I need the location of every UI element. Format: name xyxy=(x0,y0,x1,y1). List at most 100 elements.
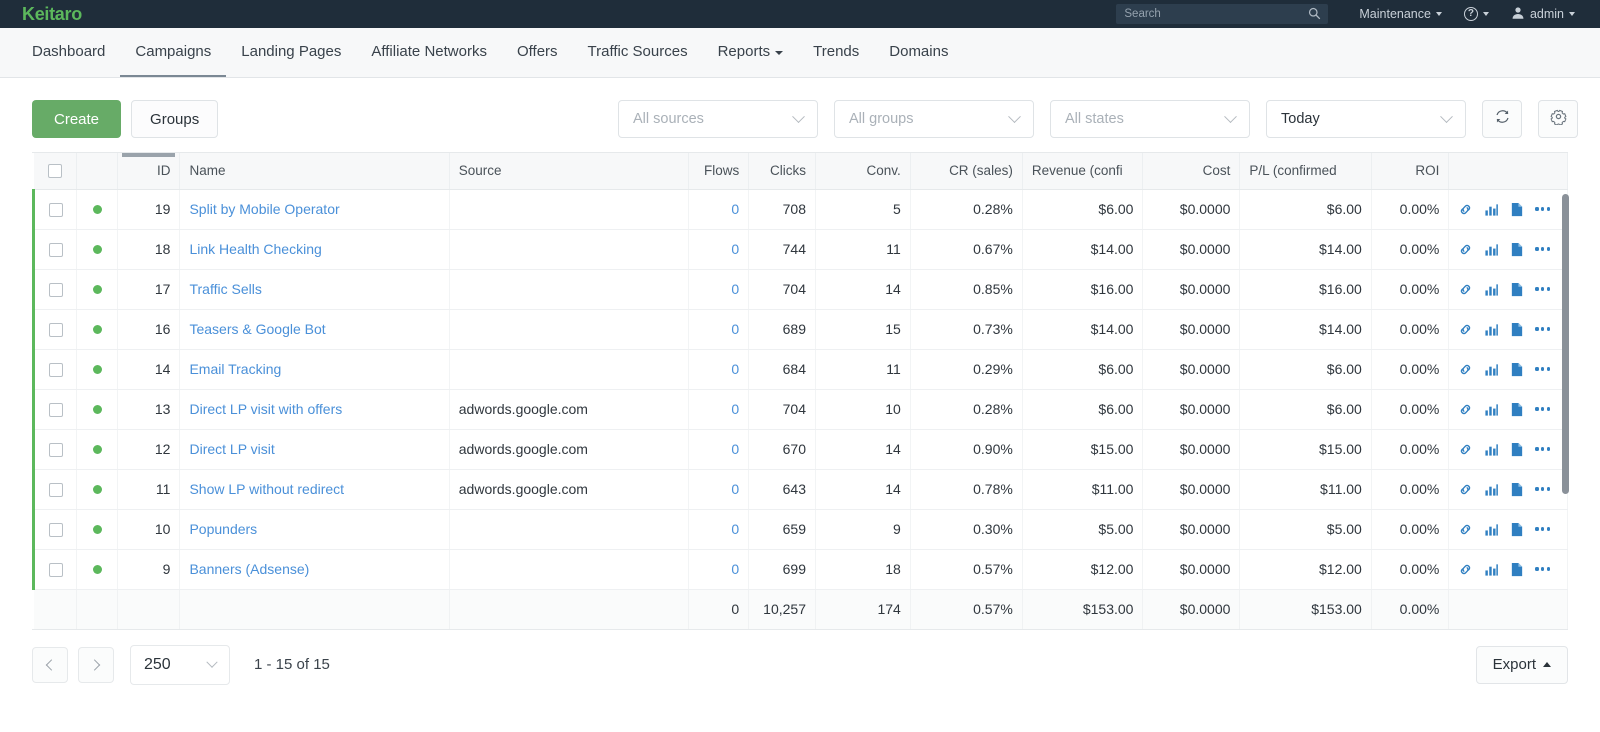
nav-item-offers[interactable]: Offers xyxy=(502,28,573,77)
row-checkbox[interactable] xyxy=(49,323,63,337)
date-range-filter[interactable]: Today xyxy=(1266,100,1466,138)
bar-chart-icon[interactable] xyxy=(1484,442,1499,457)
cell-name[interactable]: Popunders xyxy=(180,509,449,549)
campaign-name-link[interactable]: Email Tracking xyxy=(189,361,281,377)
bar-chart-icon[interactable] xyxy=(1484,482,1499,497)
flows-link[interactable]: 0 xyxy=(731,481,739,497)
more-options-icon[interactable] xyxy=(1535,487,1550,490)
more-options-icon[interactable] xyxy=(1535,407,1550,410)
sources-filter[interactable]: All sources xyxy=(618,100,818,138)
more-options-icon[interactable] xyxy=(1535,287,1550,290)
link-icon[interactable] xyxy=(1458,562,1473,577)
flows-link[interactable]: 0 xyxy=(731,361,739,377)
column-header-revenue[interactable]: Revenue (confi xyxy=(1022,153,1143,189)
flows-link[interactable]: 0 xyxy=(731,321,739,337)
document-icon[interactable] xyxy=(1510,442,1524,457)
column-header-cost[interactable]: Cost xyxy=(1143,153,1240,189)
bar-chart-icon[interactable] xyxy=(1484,282,1499,297)
flows-link[interactable]: 0 xyxy=(731,281,739,297)
table-row[interactable]: 11Show LP without redirectadwords.google… xyxy=(34,469,1568,509)
refresh-button[interactable] xyxy=(1482,100,1522,138)
more-options-icon[interactable] xyxy=(1535,527,1550,530)
table-row[interactable]: 13Direct LP visit with offersadwords.goo… xyxy=(34,389,1568,429)
document-icon[interactable] xyxy=(1510,482,1524,497)
flows-link[interactable]: 0 xyxy=(731,561,739,577)
nav-item-trends[interactable]: Trends xyxy=(798,28,874,77)
link-icon[interactable] xyxy=(1458,442,1473,457)
row-select-cell[interactable] xyxy=(34,429,77,469)
link-icon[interactable] xyxy=(1458,282,1473,297)
more-options-icon[interactable] xyxy=(1535,247,1550,250)
document-icon[interactable] xyxy=(1510,362,1524,377)
app-logo[interactable]: Keitaro xyxy=(22,4,82,25)
nav-item-dashboard[interactable]: Dashboard xyxy=(22,28,120,77)
campaign-name-link[interactable]: Direct LP visit with offers xyxy=(189,401,342,417)
row-checkbox[interactable] xyxy=(49,483,63,497)
nav-item-campaigns[interactable]: Campaigns xyxy=(120,28,226,77)
column-header-roi[interactable]: ROI xyxy=(1371,153,1449,189)
document-icon[interactable] xyxy=(1510,562,1524,577)
cell-flows[interactable]: 0 xyxy=(688,229,748,269)
bar-chart-icon[interactable] xyxy=(1484,522,1499,537)
flows-link[interactable]: 0 xyxy=(731,241,739,257)
link-icon[interactable] xyxy=(1458,362,1473,377)
select-all-header[interactable] xyxy=(34,153,77,189)
cell-flows[interactable]: 0 xyxy=(688,349,748,389)
bar-chart-icon[interactable] xyxy=(1484,402,1499,417)
table-vertical-scrollbar[interactable] xyxy=(1562,194,1569,494)
row-checkbox[interactable] xyxy=(49,283,63,297)
more-options-icon[interactable] xyxy=(1535,567,1550,570)
campaign-name-link[interactable]: Show LP without redirect xyxy=(189,481,344,497)
column-header-pl[interactable]: P/L (confirmed xyxy=(1240,153,1371,189)
campaign-name-link[interactable]: Popunders xyxy=(189,521,257,537)
campaign-name-link[interactable]: Split by Mobile Operator xyxy=(189,201,339,217)
bar-chart-icon[interactable] xyxy=(1484,242,1499,257)
cell-name[interactable]: Email Tracking xyxy=(180,349,449,389)
cell-flows[interactable]: 0 xyxy=(688,509,748,549)
cell-flows[interactable]: 0 xyxy=(688,309,748,349)
flows-link[interactable]: 0 xyxy=(731,441,739,457)
cell-name[interactable]: Show LP without redirect xyxy=(180,469,449,509)
cell-name[interactable]: Banners (Adsense) xyxy=(180,549,449,589)
nav-item-traffic-sources[interactable]: Traffic Sources xyxy=(573,28,703,77)
maintenance-menu[interactable]: Maintenance xyxy=(1348,0,1453,28)
row-checkbox[interactable] xyxy=(49,363,63,377)
table-row[interactable]: 14Email Tracking0684110.29%$6.00$0.0000$… xyxy=(34,349,1568,389)
cell-flows[interactable]: 0 xyxy=(688,429,748,469)
document-icon[interactable] xyxy=(1510,522,1524,537)
document-icon[interactable] xyxy=(1510,242,1524,257)
states-filter[interactable]: All states xyxy=(1050,100,1250,138)
nav-item-landing-pages[interactable]: Landing Pages xyxy=(226,28,356,77)
row-checkbox[interactable] xyxy=(49,523,63,537)
row-select-cell[interactable] xyxy=(34,309,77,349)
more-options-icon[interactable] xyxy=(1535,367,1550,370)
row-checkbox[interactable] xyxy=(49,243,63,257)
column-header-cr[interactable]: CR (sales) xyxy=(910,153,1022,189)
column-header-clicks[interactable]: Clicks xyxy=(749,153,816,189)
table-row[interactable]: 16Teasers & Google Bot0689150.73%$14.00$… xyxy=(34,309,1568,349)
column-header-id[interactable]: ID xyxy=(118,153,180,189)
cell-name[interactable]: Direct LP visit xyxy=(180,429,449,469)
document-icon[interactable] xyxy=(1510,322,1524,337)
link-icon[interactable] xyxy=(1458,242,1473,257)
flows-link[interactable]: 0 xyxy=(731,521,739,537)
campaign-name-link[interactable]: Traffic Sells xyxy=(189,281,261,297)
more-options-icon[interactable] xyxy=(1535,447,1550,450)
row-checkbox[interactable] xyxy=(49,563,63,577)
export-button[interactable]: Export xyxy=(1476,646,1568,684)
link-icon[interactable] xyxy=(1458,522,1473,537)
row-select-cell[interactable] xyxy=(34,229,77,269)
column-header-conv[interactable]: Conv. xyxy=(816,153,911,189)
search-box[interactable] xyxy=(1116,4,1328,24)
table-row[interactable]: 18Link Health Checking0744110.67%$14.00$… xyxy=(34,229,1568,269)
nav-item-affiliate-networks[interactable]: Affiliate Networks xyxy=(356,28,502,77)
cell-name[interactable]: Link Health Checking xyxy=(180,229,449,269)
bar-chart-icon[interactable] xyxy=(1484,362,1499,377)
cell-name[interactable]: Direct LP visit with offers xyxy=(180,389,449,429)
document-icon[interactable] xyxy=(1510,202,1524,217)
table-row[interactable]: 9Banners (Adsense)0699180.57%$12.00$0.00… xyxy=(34,549,1568,589)
link-icon[interactable] xyxy=(1458,202,1473,217)
more-options-icon[interactable] xyxy=(1535,327,1550,330)
campaign-name-link[interactable]: Banners (Adsense) xyxy=(189,561,309,577)
cell-flows[interactable]: 0 xyxy=(688,189,748,229)
